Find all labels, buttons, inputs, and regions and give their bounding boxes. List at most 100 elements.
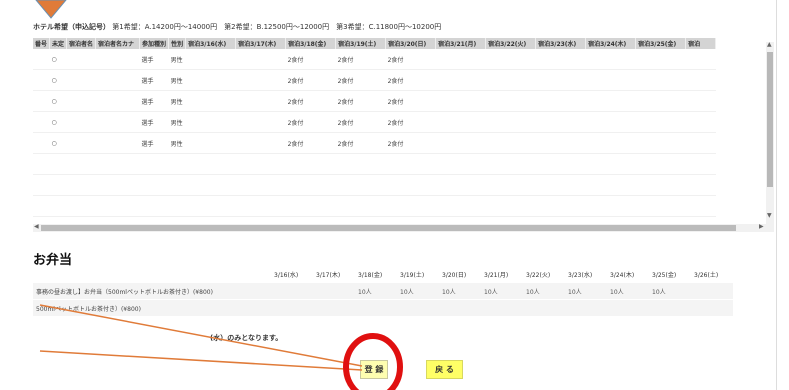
lodging-cell xyxy=(185,90,236,112)
bento-row[interactable]: 500mlペットボトルお茶付き）(¥800) xyxy=(33,299,733,317)
bento-count-cell[interactable] xyxy=(439,299,481,317)
scroll-up-arrow-icon[interactable]: ▲ xyxy=(767,41,772,48)
bento-count-cell[interactable] xyxy=(481,299,523,317)
lodging-col-header: 宿泊3/21(月) xyxy=(435,38,487,49)
lodging-cell xyxy=(95,132,140,154)
lodging-cell xyxy=(585,132,636,154)
lodging-cell xyxy=(635,90,686,112)
bento-date-header: 3/26(土) xyxy=(694,272,719,279)
hotel-preference-text: 第1希望：A.14200円〜14000円 第2希望：B.12500円〜12000… xyxy=(112,23,442,31)
bento-date-header: 3/20(日) xyxy=(442,272,467,279)
horizontal-scroll-thumb[interactable] xyxy=(41,225,736,231)
bento-count-cell[interactable] xyxy=(565,299,607,317)
hotel-preference-label: ホテル希望（申込記号） xyxy=(33,23,110,31)
lodging-col-header: 宿泊3/22(火) xyxy=(485,38,537,49)
lodging-cell: 男性 xyxy=(168,111,186,133)
lodging-cell: 選手 xyxy=(139,132,169,154)
lodging-col-header: 宿泊3/16(水) xyxy=(185,38,237,49)
bento-count-cell[interactable] xyxy=(313,299,355,317)
horizontal-scrollbar[interactable]: ◀ ▶ xyxy=(33,223,766,232)
lodging-cell xyxy=(685,111,716,133)
lodging-cell xyxy=(685,132,716,154)
lodging-cell xyxy=(33,132,50,154)
bento-date-header: 3/17(木) xyxy=(316,272,341,279)
lodging-cell xyxy=(66,90,96,112)
scroll-down-arrow-icon[interactable]: ▼ xyxy=(767,212,772,219)
lodging-empty-row xyxy=(33,174,716,196)
bento-count-cell[interactable] xyxy=(691,299,733,317)
lodging-table-container[interactable]: 番号 未定 宿泊者名 宿泊者名カナ 参加種別 性別 宿泊3/16(水) 宿泊3/17(木) 宿泊… xyxy=(33,38,773,233)
lodging-cell xyxy=(535,49,586,70)
lodging-cell: 2食付 xyxy=(385,90,436,112)
bento-count-cell[interactable]: 10人 xyxy=(397,283,439,300)
bento-count-cell[interactable] xyxy=(397,299,439,317)
lodging-cell: ○ xyxy=(49,132,67,154)
lodging-row[interactable]: ○ 選手 男性 2食付 2食付 2食付 xyxy=(33,111,716,133)
bento-count-cell[interactable]: 10人 xyxy=(481,283,523,300)
lodging-cell: 選手 xyxy=(139,69,169,91)
lodging-cell xyxy=(635,69,686,91)
back-button[interactable]: 戻 る xyxy=(426,360,463,379)
lodging-cell xyxy=(585,69,636,91)
lodging-empty-cell xyxy=(33,153,716,175)
lodging-row[interactable]: ○ 選手 男性 2食付 2食付 2食付 xyxy=(33,69,716,91)
lodging-cell: 2食付 xyxy=(285,69,336,91)
lodging-cell xyxy=(485,49,536,70)
lodging-cell: 2食付 xyxy=(285,49,336,70)
lodging-empty-cell xyxy=(33,195,716,217)
bento-table: 3/16(水) 3/17(木) 3/18(金) 3/19(土) 3/20(日) 3/21(… xyxy=(33,266,733,317)
bento-count-cell[interactable]: 10人 xyxy=(523,283,565,300)
bento-count-cell[interactable]: 10人 xyxy=(649,283,691,300)
lodging-cell: ○ xyxy=(49,111,67,133)
bento-count-cell[interactable] xyxy=(355,299,397,317)
lodging-row[interactable]: ○ 選手 男性 2食付 2食付 2食付 xyxy=(33,132,716,154)
lodging-cell xyxy=(66,132,96,154)
lodging-cell xyxy=(535,132,586,154)
lodging-cell: ○ xyxy=(49,49,67,70)
bento-count-cell[interactable] xyxy=(691,283,733,300)
bento-date-header: 3/25(金) xyxy=(652,272,677,279)
vertical-scroll-thumb[interactable] xyxy=(767,52,773,187)
lodging-cell xyxy=(185,132,236,154)
lodging-col-header: 宿泊3/24(木) xyxy=(585,38,637,49)
lodging-cell: 2食付 xyxy=(335,90,386,112)
lodging-cell: 選手 xyxy=(139,111,169,133)
lodging-cell xyxy=(485,90,536,112)
lodging-cell xyxy=(585,90,636,112)
bento-row[interactable]: 事務の昼お渡し】お弁当（500mlペットボトルお茶付き）(¥800) 10人 10人… xyxy=(33,283,733,300)
bento-date-header: 3/22(火) xyxy=(526,272,551,279)
page-right-border xyxy=(776,0,777,390)
lodging-cell xyxy=(635,49,686,70)
bento-count-cell[interactable]: 10人 xyxy=(355,283,397,300)
lodging-row[interactable]: ○ 選手 男性 2食付 2食付 2食付 xyxy=(33,49,716,70)
lodging-col-header: 宿泊者名 xyxy=(66,38,97,49)
bento-count-cell[interactable] xyxy=(313,283,355,300)
lodging-col-header: 宿泊者名カナ xyxy=(95,38,141,49)
vertical-scrollbar[interactable]: ▲ ▼ xyxy=(766,41,774,232)
lodging-cell xyxy=(235,132,286,154)
scroll-right-arrow-icon[interactable]: ▶ xyxy=(759,223,764,230)
bento-count-cell[interactable]: 10人 xyxy=(607,283,649,300)
lodging-cell xyxy=(485,132,536,154)
bento-count-cell[interactable]: 10人 xyxy=(565,283,607,300)
lodging-cell: ○ xyxy=(49,90,67,112)
bento-date-header: 3/19(土) xyxy=(400,272,425,279)
bento-count-cell[interactable] xyxy=(607,299,649,317)
lodging-cell: 2食付 xyxy=(385,49,436,70)
bento-count-cell[interactable]: 10人 xyxy=(439,283,481,300)
bento-count-cell[interactable] xyxy=(271,299,313,317)
bento-count-cell[interactable] xyxy=(649,299,691,317)
lodging-col-header: 性別 xyxy=(168,38,187,49)
lodging-cell: ○ xyxy=(49,69,67,91)
bento-date-header: 3/16(水) xyxy=(274,272,299,279)
bento-count-cell[interactable] xyxy=(523,299,565,317)
lodging-cell xyxy=(185,49,236,70)
lodging-cell xyxy=(435,132,486,154)
lodging-cell xyxy=(66,111,96,133)
register-button[interactable]: 登 録 xyxy=(360,360,388,379)
bento-count-cell[interactable] xyxy=(271,283,313,300)
scroll-left-arrow-icon[interactable]: ◀ xyxy=(34,223,39,230)
lodging-empty-cell xyxy=(33,174,716,196)
lodging-cell: 2食付 xyxy=(385,132,436,154)
lodging-row[interactable]: ○ 選手 男性 2食付 2食付 2食付 xyxy=(33,90,716,112)
